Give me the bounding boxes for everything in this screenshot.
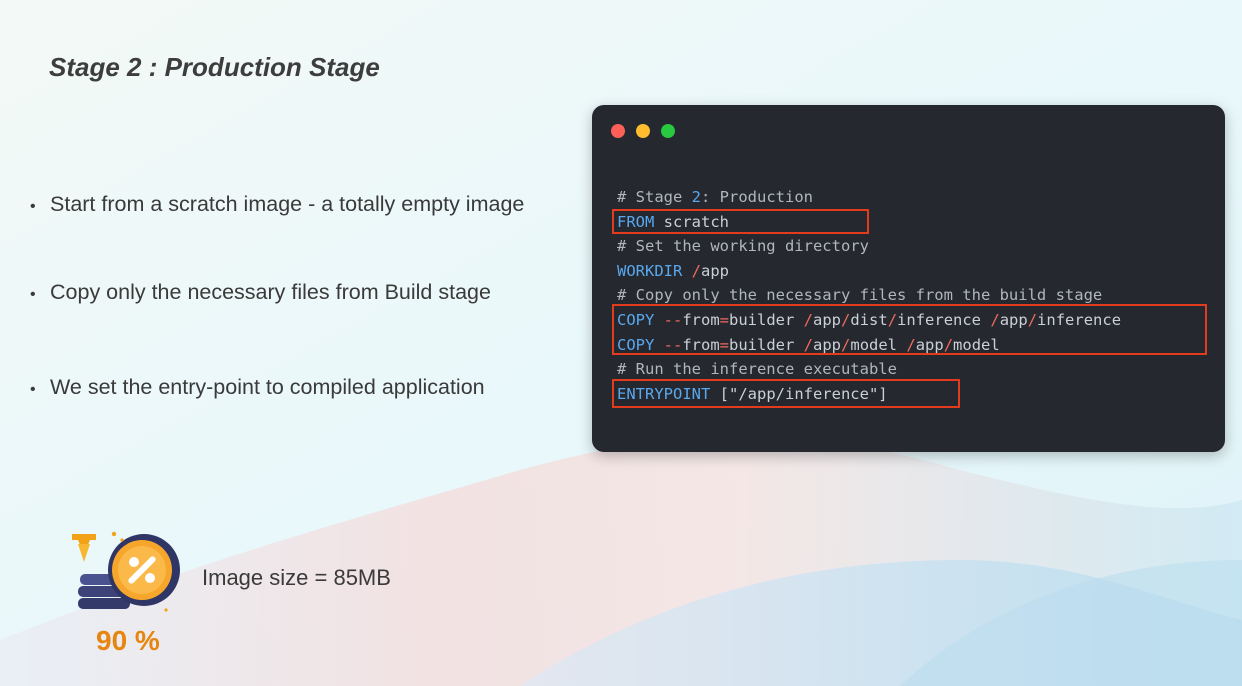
bullet-text: Copy only the necessary files from Build… <box>50 280 491 304</box>
code-token: # Run the inference executable <box>617 360 897 379</box>
image-size-label: Image size = 85MB <box>202 565 391 590</box>
code-line: # Stage 2: Production <box>617 185 1121 210</box>
code-token: app <box>701 261 730 280</box>
window-minimize-dot <box>636 124 650 138</box>
code-token: / <box>691 261 702 280</box>
code-token: # Copy only the necessary files from the… <box>617 286 1103 305</box>
highlight-from-line <box>612 209 869 234</box>
percent-coin-icon <box>72 531 180 612</box>
highlight-entrypoint-line <box>612 379 960 408</box>
window-close-dot <box>611 124 625 138</box>
bullet-dot: • <box>30 198 36 215</box>
bullet-item: • We set the entry-point to compiled appl… <box>30 374 485 403</box>
code-token: WORKDIR <box>617 261 683 280</box>
savings-percent: 90 % <box>96 625 160 656</box>
code-line: # Set the working directory <box>617 234 1121 259</box>
bullet-dot: • <box>30 381 36 398</box>
bullet-item: • Copy only the necessary files from Buil… <box>30 279 491 308</box>
code-token: 2 <box>691 188 701 206</box>
code-token: # Stage <box>617 188 692 206</box>
bullet-item: • Start from a scratch image - a totally … <box>30 191 524 220</box>
bullet-text: Start from a scratch image - a totally e… <box>50 192 525 216</box>
bullet-dot: • <box>30 286 36 303</box>
code-line: WORKDIR /app <box>617 259 1121 284</box>
bullet-text: We set the entry-point to compiled appli… <box>50 375 485 399</box>
slide-title: Stage 2 : Production Stage <box>49 52 380 82</box>
code-token: : Production <box>701 188 813 206</box>
window-maximize-dot <box>661 124 675 138</box>
code-token: # Set the working directory <box>617 237 869 256</box>
highlight-copy-lines <box>612 304 1207 355</box>
code-window: # Stage 2: Production FROM scratch # Set t… <box>592 105 1225 452</box>
